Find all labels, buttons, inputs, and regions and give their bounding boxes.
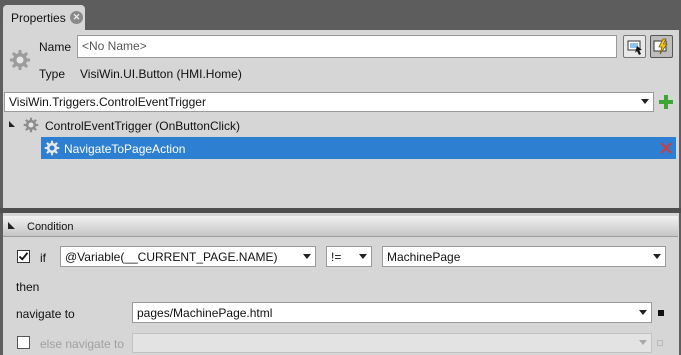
then-label: then: [16, 280, 40, 294]
gear-icon: [10, 50, 30, 70]
tree-item-action-label: NavigateToPageAction: [64, 142, 186, 156]
tree-item-trigger[interactable]: ControlEventTrigger (OnButtonClick): [45, 119, 240, 133]
tab-properties-label: Properties: [11, 11, 66, 25]
condition-header-label: Condition: [27, 221, 74, 233]
close-icon[interactable]: ✕: [70, 11, 83, 24]
properties-view-icon: [627, 40, 642, 55]
navigate-to-label: navigate to: [16, 307, 75, 321]
condition-operator-value: !=: [331, 250, 342, 264]
binding-indicator-icon: [657, 340, 663, 346]
dropdown-arrow-icon: [639, 340, 647, 345]
dropdown-arrow-icon: [641, 99, 649, 104]
condition-variable-select[interactable]: @Variable(__CURRENT_PAGE.NAME): [60, 246, 316, 267]
condition-value-select[interactable]: MachinePage: [382, 246, 666, 267]
else-navigate-select: [132, 333, 652, 353]
binding-indicator-icon[interactable]: [658, 310, 664, 316]
properties-view-button[interactable]: [623, 35, 646, 58]
events-view-icon: [653, 38, 668, 55]
gear-icon: [44, 140, 60, 156]
name-field[interactable]: <No Name>: [77, 35, 617, 58]
checkmark-icon: [18, 252, 29, 261]
condition-operator-select[interactable]: !=: [326, 246, 372, 267]
if-label: if: [40, 251, 46, 265]
type-label: Type: [39, 67, 66, 81]
else-navigate-checkbox[interactable]: [17, 336, 30, 349]
navigate-to-select[interactable]: pages/MachinePage.html: [132, 302, 652, 323]
dropdown-arrow-icon: [303, 254, 311, 259]
condition-variable-value: @Variable(__CURRENT_PAGE.NAME): [65, 250, 278, 264]
delete-icon[interactable]: [660, 142, 672, 154]
condition-checkbox[interactable]: [17, 250, 30, 263]
dropdown-arrow-icon: [653, 254, 661, 259]
dropdown-arrow-icon: [639, 310, 647, 315]
expand-arrow-icon[interactable]: [9, 121, 15, 127]
name-placeholder: <No Name>: [82, 39, 147, 53]
condition-value-value: MachinePage: [387, 250, 461, 264]
events-view-button[interactable]: [650, 35, 673, 58]
gear-icon: [23, 117, 39, 133]
condition-section-header[interactable]: Condition: [3, 216, 678, 237]
collapse-arrow-icon: [8, 222, 15, 229]
trigger-type-select[interactable]: VisiWin.Triggers.ControlEventTrigger: [4, 92, 654, 112]
name-label: Name: [39, 40, 72, 54]
dropdown-arrow-icon: [359, 254, 367, 259]
else-navigate-label: else navigate to: [40, 337, 125, 351]
plus-icon[interactable]: [658, 94, 674, 110]
tab-bar: [0, 0, 681, 30]
navigate-to-value: pages/MachinePage.html: [137, 306, 273, 320]
trigger-type-value: VisiWin.Triggers.ControlEventTrigger: [9, 95, 206, 109]
type-value: VisiWin.UI.Button (HMI.Home): [80, 67, 242, 81]
